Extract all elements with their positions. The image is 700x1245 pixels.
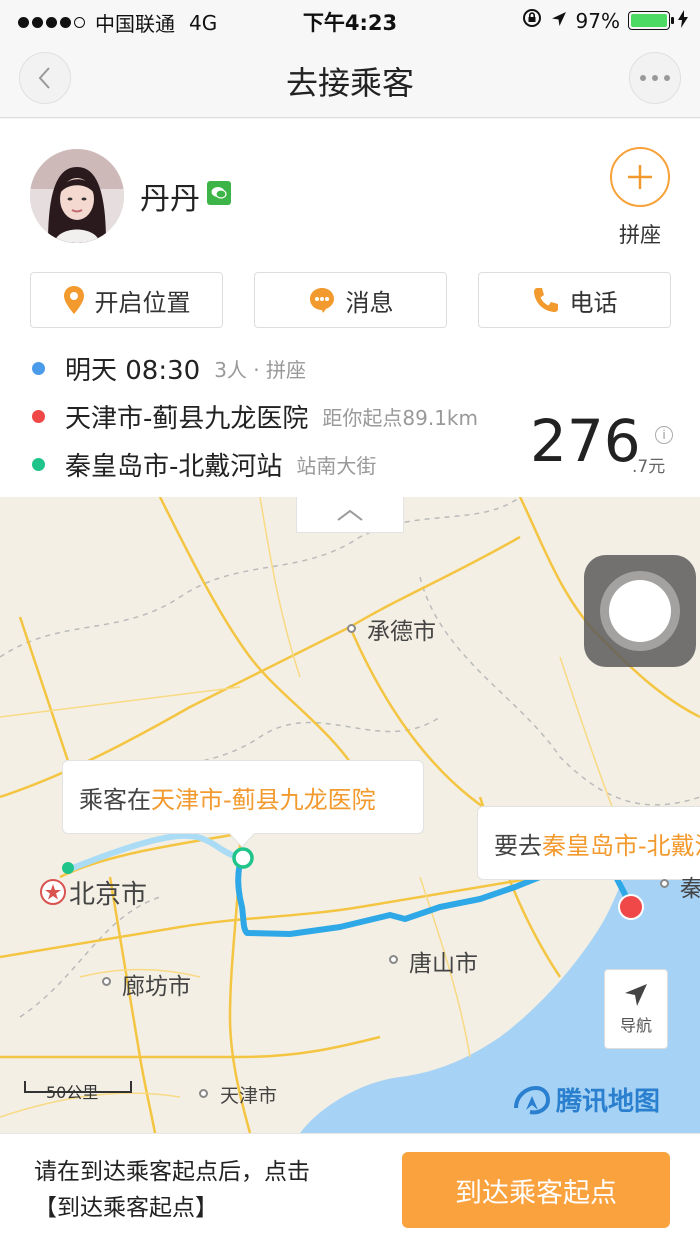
price-integer: 276 xyxy=(530,407,641,475)
share-location-label: 开启位置 xyxy=(94,288,191,317)
trip-origin-row: 天津市-蓟县九龙医院 距你起点89.1km xyxy=(32,398,478,435)
city-label-beijing: 北京市 xyxy=(69,880,148,910)
footer-bar: 请在到达乘客起点后，点击 【到达乘客起点】 到达乘客起点 xyxy=(0,1133,700,1245)
navigation-arrow-icon xyxy=(625,984,647,1006)
navigate-label: 导航 xyxy=(619,1016,652,1035)
capital-star-icon xyxy=(40,879,66,905)
destination-prefix: 要去 xyxy=(494,831,542,860)
status-right: 97% xyxy=(522,8,688,33)
city-label-tangshan: 唐山市 xyxy=(409,951,478,977)
phone-button[interactable]: 电话 xyxy=(478,272,671,328)
destination-place: 秦皇岛市-北戴河站 xyxy=(542,831,700,860)
city-label-langfang: 廊坊市 xyxy=(122,974,191,1000)
tangshan-marker xyxy=(389,955,398,964)
message-label: 消息 xyxy=(345,288,394,317)
trip-origin-detail: 距你起点89.1km xyxy=(322,406,478,430)
arrival-hint: 请在到达乘客起点后，点击 【到达乘客起点】 xyxy=(34,1154,310,1226)
route-map[interactable]: 承德市 乘客在 天津市-蓟县九龙医院 要去 秦皇岛市-北戴河站 北京市 廊坊市 … xyxy=(0,497,700,1133)
trip-destination-detail: 站南大街 xyxy=(296,454,377,478)
qinhuangdao-marker xyxy=(660,879,669,888)
arrival-hint-line1: 请在到达乘客起点后，点击 xyxy=(34,1159,310,1185)
assistive-touch-core xyxy=(609,580,671,642)
status-bar: 中国联通 4G 下午4:23 97% xyxy=(0,0,700,40)
message-bubble-icon xyxy=(309,288,334,313)
tencent-map-icon xyxy=(514,1085,550,1114)
passenger-name: 丹丹 xyxy=(140,182,200,217)
origin-dot-icon xyxy=(32,410,45,423)
share-location-button[interactable]: 开启位置 xyxy=(30,272,223,328)
pickup-place: 天津市-蓟县九龙医院 xyxy=(151,785,376,814)
plus-icon xyxy=(628,165,652,189)
trip-time-row: 明天 08:30 3人 · 拼座 xyxy=(32,350,306,387)
pickup-marker xyxy=(232,847,254,869)
map-scale-label: 50公里 xyxy=(46,1083,99,1102)
navigate-button[interactable]: 导航 xyxy=(604,969,668,1049)
trip-time-detail: 3人 · 拼座 xyxy=(214,358,306,382)
collapse-map-button[interactable] xyxy=(296,497,404,533)
city-label-chengde: 承德市 xyxy=(367,619,436,645)
clock-icon xyxy=(32,362,45,375)
arrived-at-pickup-button[interactable]: 到达乘客起点 xyxy=(402,1152,670,1228)
price-decimal: .7元 xyxy=(632,457,666,477)
wechat-icon xyxy=(207,181,231,205)
assistive-touch-ring xyxy=(600,571,680,651)
destination-dot-icon xyxy=(32,458,45,471)
tianjin-marker xyxy=(199,1089,208,1098)
avatar[interactable] xyxy=(30,149,124,243)
trip-time: 明天 08:30 xyxy=(65,356,201,386)
location-arrow-icon xyxy=(550,9,568,33)
trip-destination: 秦皇岛市-北戴河站 xyxy=(65,452,283,482)
chevron-up-icon xyxy=(337,509,363,521)
tencent-map-text: 腾讯地图 xyxy=(556,1087,661,1117)
arrival-hint-line2: 【到达乘客起点】 xyxy=(34,1195,218,1221)
message-button[interactable]: 消息 xyxy=(254,272,447,328)
charging-icon xyxy=(678,9,688,33)
location-pin-icon xyxy=(63,286,84,314)
assistive-touch-button[interactable] xyxy=(584,555,696,667)
city-label-qin: 秦 xyxy=(680,876,700,902)
langfang-marker xyxy=(102,977,111,986)
battery-icon xyxy=(628,11,674,30)
destination-marker xyxy=(618,894,644,920)
pickup-callout[interactable]: 乘客在 天津市-蓟县九龙医院 xyxy=(62,760,424,834)
battery-percent: 97% xyxy=(575,8,620,33)
destination-callout[interactable]: 要去 秦皇岛市-北戴河站 xyxy=(477,806,700,880)
page-title: 去接乘客 xyxy=(285,64,414,102)
navigation-bar: 去接乘客 xyxy=(0,40,700,118)
carpool-label: 拼座 xyxy=(619,223,661,247)
trip-origin: 天津市-蓟县九龙医院 xyxy=(65,404,309,434)
phone-icon xyxy=(533,288,558,312)
carpool-add-button[interactable] xyxy=(610,147,670,207)
pickup-prefix: 乘客在 xyxy=(79,785,151,814)
city-label-tianjin: 天津市 xyxy=(220,1085,278,1107)
chengde-marker xyxy=(347,624,356,633)
trip-destination-row: 秦皇岛市-北戴河站 站南大街 xyxy=(32,446,376,483)
more-button[interactable] xyxy=(629,52,681,104)
more-dots-icon xyxy=(640,75,670,81)
price-info-icon[interactable]: i xyxy=(655,426,673,444)
passenger-card: 丹丹 拼座 开启位置 消息 电话 明天 08:30 3人 · 拼座 天津市-蓟县… xyxy=(0,119,700,497)
rotation-lock-icon xyxy=(522,8,542,33)
tencent-map-logo: 腾讯地图 xyxy=(512,1081,660,1118)
phone-label: 电话 xyxy=(569,288,618,317)
